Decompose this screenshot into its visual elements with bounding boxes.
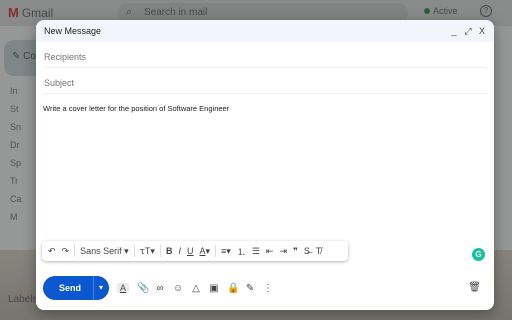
- font-label: Sans Serif: [80, 245, 122, 256]
- indent-less-icon[interactable]: ⇤: [263, 246, 277, 257]
- more-options-icon[interactable]: ⋮: [263, 283, 273, 294]
- text-size-icon: ꚍT: [139, 245, 151, 256]
- emoji-icon[interactable]: ☺: [173, 283, 183, 294]
- align-select[interactable]: ≡▾: [218, 246, 234, 257]
- toolbar-divider: [74, 245, 76, 257]
- close-icon[interactable]: X: [478, 26, 486, 36]
- send-button[interactable]: Send: [43, 276, 93, 300]
- clear-formatting-icon[interactable]: T̸: [313, 246, 325, 256]
- compose-actions-bar: Send ▾ A 📎 ∞ ☺ △ ▣ 🔒 ✎ ⋮ 🗑: [43, 276, 483, 300]
- toolbar-divider: [215, 245, 217, 257]
- minimize-icon[interactable]: _: [450, 26, 458, 36]
- chevron-down-icon: ▾: [150, 245, 155, 256]
- chevron-down-icon: ▾: [226, 245, 231, 256]
- link-icon[interactable]: ∞: [155, 283, 165, 294]
- font-size-select[interactable]: ꚍT▾: [137, 246, 158, 257]
- schedule-send-dropdown[interactable]: ▾: [93, 276, 109, 300]
- toolbar-divider: [133, 245, 135, 257]
- compose-header: New Message _ ⤢ X: [36, 20, 494, 42]
- chevron-down-icon: ▾: [124, 245, 129, 256]
- recipients-field[interactable]: Recipients: [44, 42, 486, 68]
- formatting-toolbar: ↶ ↷ Sans Serif ▾ ꚍT▾ B I U A▾ ≡▾ ⒈ ☰ ⇤ ⇥…: [42, 241, 348, 261]
- strikethrough-icon[interactable]: S̶: [301, 246, 313, 256]
- compose-dialog: New Message _ ⤢ X Recipients Subject Wri…: [36, 20, 494, 310]
- grammarly-icon[interactable]: G: [472, 248, 485, 261]
- bold-icon[interactable]: B: [163, 246, 176, 256]
- font-select[interactable]: Sans Serif ▾: [77, 246, 132, 257]
- chevron-down-icon: ▾: [205, 245, 211, 256]
- text-color-select[interactable]: A▾: [196, 246, 213, 257]
- underline-icon[interactable]: U: [184, 246, 197, 256]
- confidential-lock-icon[interactable]: 🔒: [227, 283, 239, 294]
- photo-icon[interactable]: ▣: [209, 283, 219, 294]
- send-button-group: Send ▾: [43, 276, 110, 300]
- trash-icon[interactable]: 🗑: [468, 282, 481, 293]
- expand-icon[interactable]: ⤢: [464, 26, 472, 37]
- indent-more-icon[interactable]: ⇥: [276, 246, 290, 257]
- drive-icon[interactable]: △: [191, 283, 201, 294]
- message-body[interactable]: Write a cover letter for the position of…: [43, 104, 229, 113]
- numbered-list-icon[interactable]: ⒈: [234, 245, 249, 258]
- bulleted-list-icon[interactable]: ☰: [249, 246, 263, 257]
- redo-icon[interactable]: ↷: [59, 246, 73, 257]
- subject-field[interactable]: Subject: [44, 68, 486, 94]
- quote-icon[interactable]: ❞: [290, 246, 301, 257]
- italic-icon[interactable]: I: [175, 246, 184, 256]
- signature-icon[interactable]: ✎: [245, 283, 255, 294]
- toolbar-divider: [159, 245, 161, 257]
- formatting-options-icon[interactable]: A: [117, 283, 130, 293]
- compose-title: New Message: [44, 26, 102, 36]
- attach-icon[interactable]: 📎: [137, 283, 149, 294]
- undo-icon[interactable]: ↶: [45, 246, 59, 257]
